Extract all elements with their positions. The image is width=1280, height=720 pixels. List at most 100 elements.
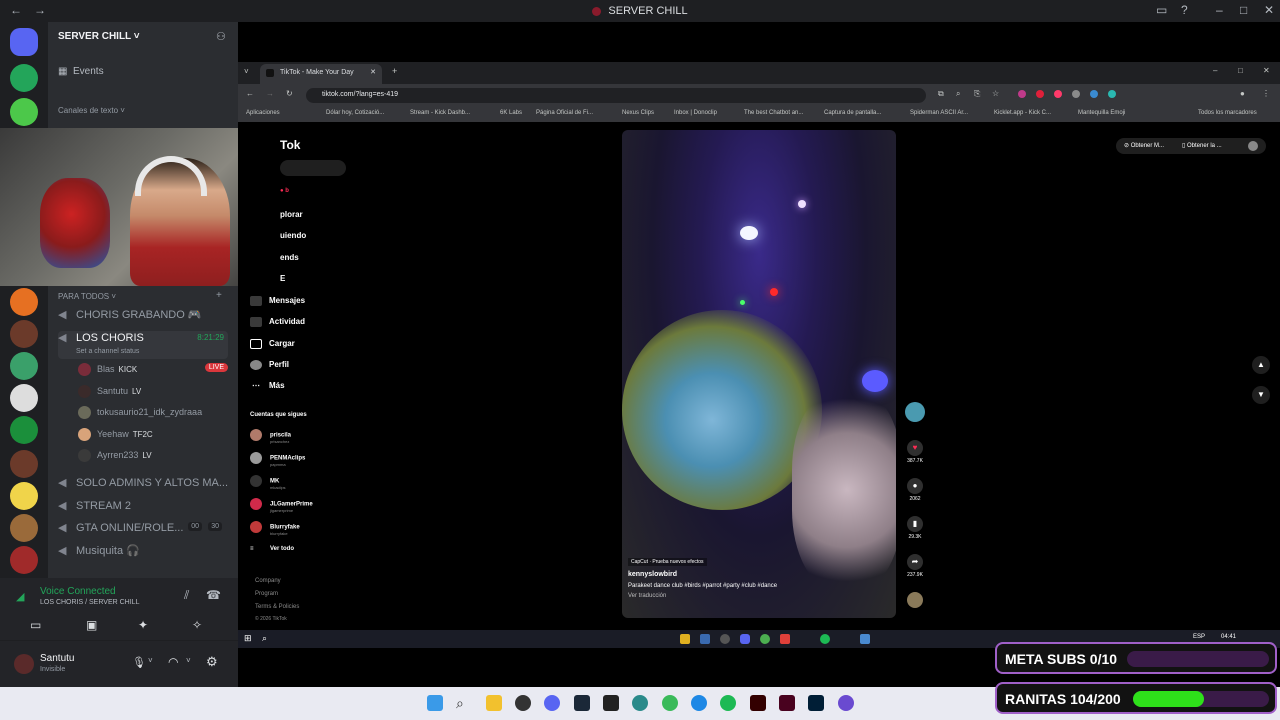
bookmark-item[interactable]: 6K Labs bbox=[500, 110, 522, 116]
steam-icon[interactable] bbox=[860, 634, 870, 644]
category-text-channels[interactable]: Canales de texto ˅ bbox=[58, 106, 125, 115]
followed-account[interactable]: Blurryfake blurryfake bbox=[250, 521, 300, 536]
followed-account[interactable]: priscila prisanchez bbox=[250, 429, 291, 444]
settings-gear-icon[interactable]: ⚙ bbox=[206, 654, 218, 670]
indesign-icon[interactable] bbox=[779, 695, 795, 711]
share-icon[interactable]: ⎘ bbox=[974, 89, 980, 99]
language-indicator[interactable]: ESP bbox=[1193, 634, 1205, 640]
voice-member[interactable]: Yeehaw TF2C bbox=[78, 428, 228, 446]
help-icon[interactable]: ? bbox=[1181, 3, 1188, 17]
discord-icon[interactable] bbox=[544, 695, 560, 711]
illustrator-icon[interactable] bbox=[750, 695, 766, 711]
chrome-icon[interactable] bbox=[662, 695, 678, 711]
search-icon[interactable]: ⌕ bbox=[456, 695, 472, 711]
close-icon[interactable]: ✕ bbox=[1264, 3, 1274, 17]
voice-location[interactable]: LOS CHORIS / SERVER CHILL bbox=[40, 599, 139, 606]
close-tab-icon[interactable]: ✕ bbox=[370, 68, 376, 76]
activities-icon[interactable]: ✦ bbox=[138, 618, 148, 632]
extension-icon[interactable] bbox=[1018, 90, 1026, 98]
chrome-icon[interactable] bbox=[760, 634, 770, 644]
noise-suppression-icon[interactable]: ⫽ bbox=[184, 588, 189, 603]
obs-icon[interactable] bbox=[515, 695, 531, 711]
clock[interactable]: 04:41 bbox=[1221, 634, 1236, 640]
extension-icon[interactable] bbox=[1054, 90, 1062, 98]
nav-friends[interactable]: ends bbox=[280, 253, 299, 262]
server-icon[interactable] bbox=[10, 416, 38, 444]
video-author[interactable]: kennyslowbird bbox=[628, 571, 888, 578]
new-tab-icon[interactable]: + bbox=[392, 66, 397, 76]
bookmark-item[interactable]: Inbox | Donoclip bbox=[674, 110, 717, 116]
nav-explorar[interactable]: plorar bbox=[280, 210, 303, 219]
inbox-icon[interactable]: ▭ bbox=[1156, 3, 1167, 17]
bookmark-item[interactable]: Página Oficial de Fi... bbox=[536, 110, 593, 116]
server-icon[interactable] bbox=[10, 482, 38, 510]
back-icon[interactable]: ← bbox=[246, 89, 254, 98]
server-icon[interactable] bbox=[10, 546, 38, 574]
translate-link[interactable]: Ver traducción bbox=[628, 593, 888, 599]
tiktok-logo[interactable]: Tok bbox=[280, 138, 300, 152]
extension-icon[interactable] bbox=[1036, 90, 1044, 98]
voice-channel-active[interactable]: ◀ LOS CHORIS 8:21:29 Set a channel status bbox=[58, 331, 228, 359]
discord-icon[interactable] bbox=[740, 634, 750, 644]
bookmark-star-icon[interactable]: ☆ bbox=[992, 89, 999, 98]
url-field[interactable]: tiktok.com/?lang=es-419 bbox=[306, 88, 926, 103]
server-icon[interactable] bbox=[10, 514, 38, 542]
voice-status[interactable]: Voice Connected bbox=[40, 586, 116, 597]
headphones-icon[interactable]: ◠ bbox=[168, 655, 178, 669]
windows-start-icon[interactable] bbox=[427, 695, 443, 711]
voice-channel[interactable]: ◀ Musiquita 🎧 bbox=[58, 544, 228, 564]
bookmark-item[interactable]: Captura de pantalla... bbox=[824, 110, 881, 116]
close-icon[interactable]: ✕ bbox=[1263, 66, 1270, 75]
discord-home-icon[interactable] bbox=[10, 28, 38, 56]
bookmark-item[interactable]: Todos los marcadores bbox=[1198, 110, 1257, 116]
app-icon[interactable] bbox=[632, 695, 648, 711]
maximize-icon[interactable]: □ bbox=[1238, 66, 1243, 75]
followed-account[interactable]: MK mkaclips bbox=[250, 475, 286, 490]
app-icon[interactable] bbox=[720, 634, 730, 644]
bookmark-item[interactable]: Nexus Clips bbox=[622, 110, 654, 116]
windows-start-icon[interactable]: ⊞ bbox=[244, 633, 252, 644]
avatar[interactable] bbox=[14, 654, 34, 674]
voice-member[interactable]: Ayrren233 LV bbox=[78, 449, 228, 467]
bookmark-item[interactable]: The best Chatbot an... bbox=[744, 110, 803, 116]
sound-disc[interactable] bbox=[900, 592, 930, 610]
server-icon[interactable] bbox=[10, 384, 38, 412]
search-icon[interactable]: ⌕ bbox=[262, 633, 267, 644]
chevron-down-icon[interactable]: ˅ bbox=[186, 656, 191, 665]
nav-perfil[interactable]: Perfil bbox=[250, 360, 289, 370]
voice-member[interactable]: Blas KICK LIVE bbox=[78, 363, 228, 381]
events-item[interactable]: ▦ Events bbox=[58, 66, 104, 77]
server-name-header[interactable]: SERVER CHILL ˅ bbox=[58, 31, 140, 42]
spotify-icon[interactable] bbox=[820, 634, 830, 644]
server-icon[interactable] bbox=[10, 288, 38, 316]
server-icon[interactable] bbox=[10, 352, 38, 380]
voice-member[interactable]: tokusaurio21_idk_zydraaa bbox=[78, 406, 228, 424]
extension-icon[interactable] bbox=[1108, 90, 1116, 98]
profile-icon[interactable]: ● bbox=[1240, 89, 1245, 98]
maximize-icon[interactable]: □ bbox=[1240, 3, 1247, 17]
share-button[interactable]: ➦ 237.9K bbox=[900, 554, 930, 578]
more-menu-icon[interactable]: ⋮ bbox=[1262, 89, 1270, 98]
minimize-icon[interactable]: – bbox=[1216, 3, 1223, 17]
voice-channel[interactable]: ◀ GTA ONLINE/ROLE... 00 30 bbox=[58, 521, 228, 541]
install-icon[interactable]: ⧉ bbox=[938, 89, 944, 99]
footer-link[interactable]: Company bbox=[255, 578, 281, 584]
bookmark-item[interactable]: Dólar hoy, Cotizació... bbox=[326, 110, 384, 116]
avatar[interactable] bbox=[1248, 141, 1258, 151]
minimize-icon[interactable]: – bbox=[1213, 66, 1217, 75]
save-button[interactable]: ▮ 29.3K bbox=[900, 516, 930, 540]
file-explorer-icon[interactable] bbox=[486, 695, 502, 711]
nav-mensajes[interactable]: Mensajes bbox=[250, 296, 305, 306]
footer-link[interactable]: Program bbox=[255, 591, 278, 597]
voice-channel[interactable]: ◀ STREAM 2 bbox=[58, 499, 228, 519]
photoshop-icon[interactable] bbox=[808, 695, 824, 711]
extension-icon[interactable] bbox=[1072, 90, 1080, 98]
get-desktop-button[interactable]: ▯ Obtener la ... bbox=[1182, 142, 1222, 149]
file-explorer-icon[interactable] bbox=[680, 634, 690, 644]
reload-icon[interactable]: ↻ bbox=[286, 89, 293, 98]
scroll-up-button[interactable]: ▲ bbox=[1252, 356, 1270, 374]
zoom-icon[interactable]: ⌕ bbox=[956, 89, 960, 99]
author-avatar[interactable] bbox=[900, 402, 930, 424]
soundboard-icon[interactable]: ✧ bbox=[192, 618, 202, 632]
bookmark-item[interactable]: Spiderman ASCII Ar... bbox=[910, 110, 968, 116]
